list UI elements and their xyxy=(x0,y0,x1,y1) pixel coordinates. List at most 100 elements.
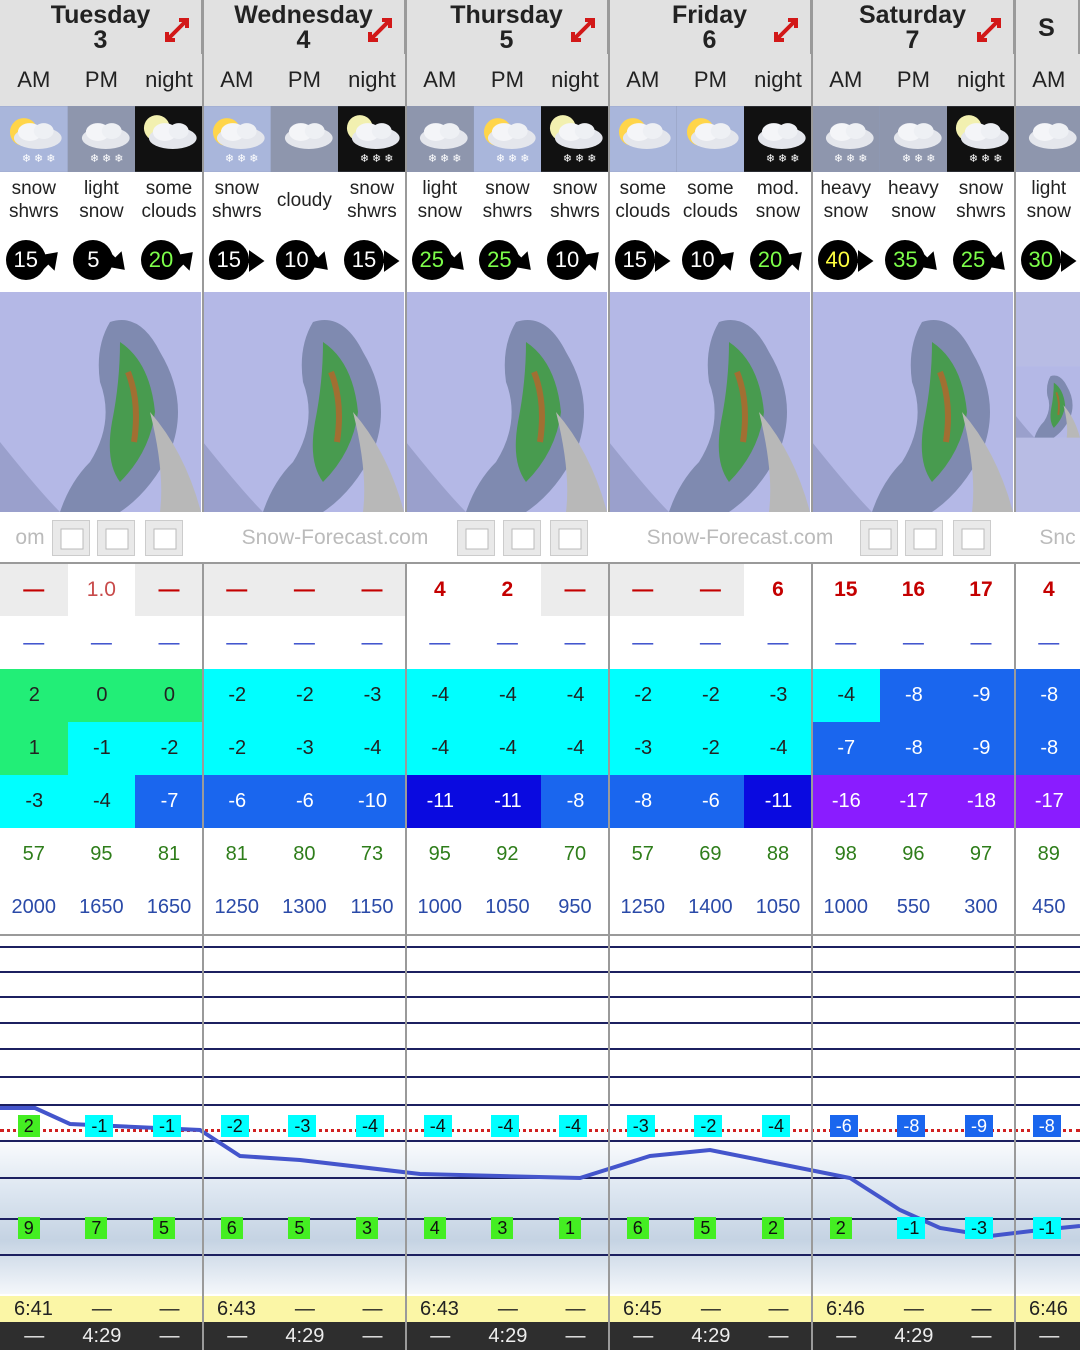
day-header[interactable]: Friday 6 xyxy=(609,0,812,54)
temp-max-cell: -9 xyxy=(947,669,1016,722)
wind-cell: 25 xyxy=(473,228,542,292)
temp-chill-cell: -11 xyxy=(744,775,813,828)
sunset-time: — xyxy=(135,1322,204,1350)
temp-chill-cell: -16 xyxy=(812,775,881,828)
rain-value: — xyxy=(270,616,339,669)
temp-max-cell: -8 xyxy=(1015,669,1080,722)
day-name: Tuesday xyxy=(50,1,151,29)
graph-temp-lower: 9 xyxy=(17,1217,40,1239)
graph-temp-lower: 3 xyxy=(356,1217,379,1239)
arrow-down-icon[interactable] xyxy=(97,520,135,556)
site-credit: Snow-Forecast.com xyxy=(600,514,880,562)
temp-chill-cell: -3 xyxy=(0,775,69,828)
snowflake-icon[interactable] xyxy=(550,520,588,556)
day-separator xyxy=(1014,0,1016,512)
expand-icon[interactable] xyxy=(770,14,802,46)
expand-icon[interactable] xyxy=(973,14,1005,46)
weather-text: mod. snow xyxy=(744,172,812,228)
graph-temp-lower: 5 xyxy=(288,1217,311,1239)
snowfall-value: — xyxy=(338,564,406,616)
graph-temp-upper: -8 xyxy=(1032,1115,1061,1137)
sunset-time: — xyxy=(338,1322,407,1350)
weather-text: light snow xyxy=(67,172,136,228)
snowfall-value: — xyxy=(609,564,677,616)
day-name: Friday xyxy=(671,1,748,29)
day-header[interactable]: S xyxy=(1015,0,1080,54)
weather-text: heavy snow xyxy=(812,172,880,228)
period-label: night xyxy=(744,54,812,106)
temp-max-cell: 0 xyxy=(67,669,137,722)
weather-icon: ❄ ❄ ❄ xyxy=(0,106,68,172)
graph-temp-lower: -1 xyxy=(1032,1217,1061,1239)
wind-marker: 30 xyxy=(1020,238,1077,282)
snowflake-icon[interactable] xyxy=(953,520,991,556)
wind-marker: 40 xyxy=(817,238,874,282)
graph-temp-lower: 2 xyxy=(762,1217,785,1239)
expand-icon[interactable] xyxy=(364,14,396,46)
wind-marker: 25 xyxy=(479,238,535,282)
wind-speed: 25 xyxy=(411,240,452,280)
day-separator xyxy=(608,0,610,512)
weather-text-line2: snow xyxy=(891,201,936,222)
weather-text-line2: snow xyxy=(823,201,868,222)
weather-text: snow shwrs xyxy=(0,172,68,228)
weather-icon xyxy=(1015,106,1080,172)
wind-cell: 20 xyxy=(744,228,812,292)
day-number: 3 xyxy=(93,26,108,54)
snow-map[interactable] xyxy=(609,292,810,512)
wind-speed: 5 xyxy=(73,240,114,280)
period-label: AM xyxy=(406,54,474,106)
site-credit: Snc xyxy=(1035,514,1080,562)
period-label: PM xyxy=(676,54,745,106)
snow-depth-icon[interactable] xyxy=(860,520,898,556)
expand-icon[interactable] xyxy=(161,14,193,46)
wind-speed: 40 xyxy=(817,240,858,280)
wind-speed: 15 xyxy=(614,240,655,280)
snow-map[interactable] xyxy=(203,292,404,512)
snow-map[interactable] xyxy=(406,292,607,512)
day-number: 7 xyxy=(905,26,920,54)
day-number: 6 xyxy=(702,26,717,54)
snow-map[interactable] xyxy=(1015,292,1080,512)
snow-depth-icon[interactable] xyxy=(52,520,90,556)
weather-text-line1: light xyxy=(83,178,119,199)
sunrise-time: 6:43 xyxy=(406,1296,475,1322)
day-header[interactable]: Saturday 7 xyxy=(812,0,1015,54)
day-header[interactable]: Tuesday 3 xyxy=(0,0,203,54)
rain-value: — xyxy=(406,616,474,669)
day-header[interactable]: Wednesday 4 xyxy=(203,0,406,54)
period-label: PM xyxy=(67,54,136,106)
arrow-down-icon[interactable] xyxy=(503,520,541,556)
snow-map[interactable] xyxy=(812,292,1013,512)
wind-speed: 30 xyxy=(1020,240,1061,280)
graph-temp-upper: -4 xyxy=(423,1115,452,1137)
wind-speed: 20 xyxy=(749,240,790,280)
weather-icon: ❄ ❄ ❄ xyxy=(812,106,880,172)
arrow-down-icon[interactable] xyxy=(905,520,943,556)
freezing-level: 950 xyxy=(541,881,609,934)
day-header[interactable]: Thursday 5 xyxy=(406,0,609,54)
expand-icon[interactable] xyxy=(567,14,599,46)
weather-icon: ❄ ❄ ❄ xyxy=(947,106,1015,172)
humidity-value: 57 xyxy=(0,828,68,881)
day-name: Saturday xyxy=(859,1,966,29)
graph-temp-lower: 2 xyxy=(829,1217,852,1239)
temp-max-cell: -4 xyxy=(541,669,610,722)
wind-cell: 35 xyxy=(879,228,948,292)
temp-max-cell: -4 xyxy=(473,669,543,722)
sunrise-time: — xyxy=(947,1296,1016,1322)
snowfall-value: 4 xyxy=(406,564,474,616)
snow-depth-icon[interactable] xyxy=(457,520,495,556)
graph-temp-upper: -3 xyxy=(288,1115,317,1137)
weather-icon: ❄ ❄ ❄ xyxy=(473,106,542,172)
snowflake-icon[interactable] xyxy=(145,520,183,556)
snow-map[interactable] xyxy=(0,292,201,512)
temp-min-cell: -4 xyxy=(406,722,475,775)
temp-max-cell: -3 xyxy=(744,669,813,722)
sunrise-time: 6:45 xyxy=(609,1296,678,1322)
temp-chill-cell: -18 xyxy=(947,775,1016,828)
freezing-level: 1050 xyxy=(473,881,542,934)
svg-text:❄ ❄ ❄: ❄ ❄ ❄ xyxy=(766,153,800,165)
wind-speed: 10 xyxy=(682,240,723,280)
day-separator xyxy=(202,0,204,512)
